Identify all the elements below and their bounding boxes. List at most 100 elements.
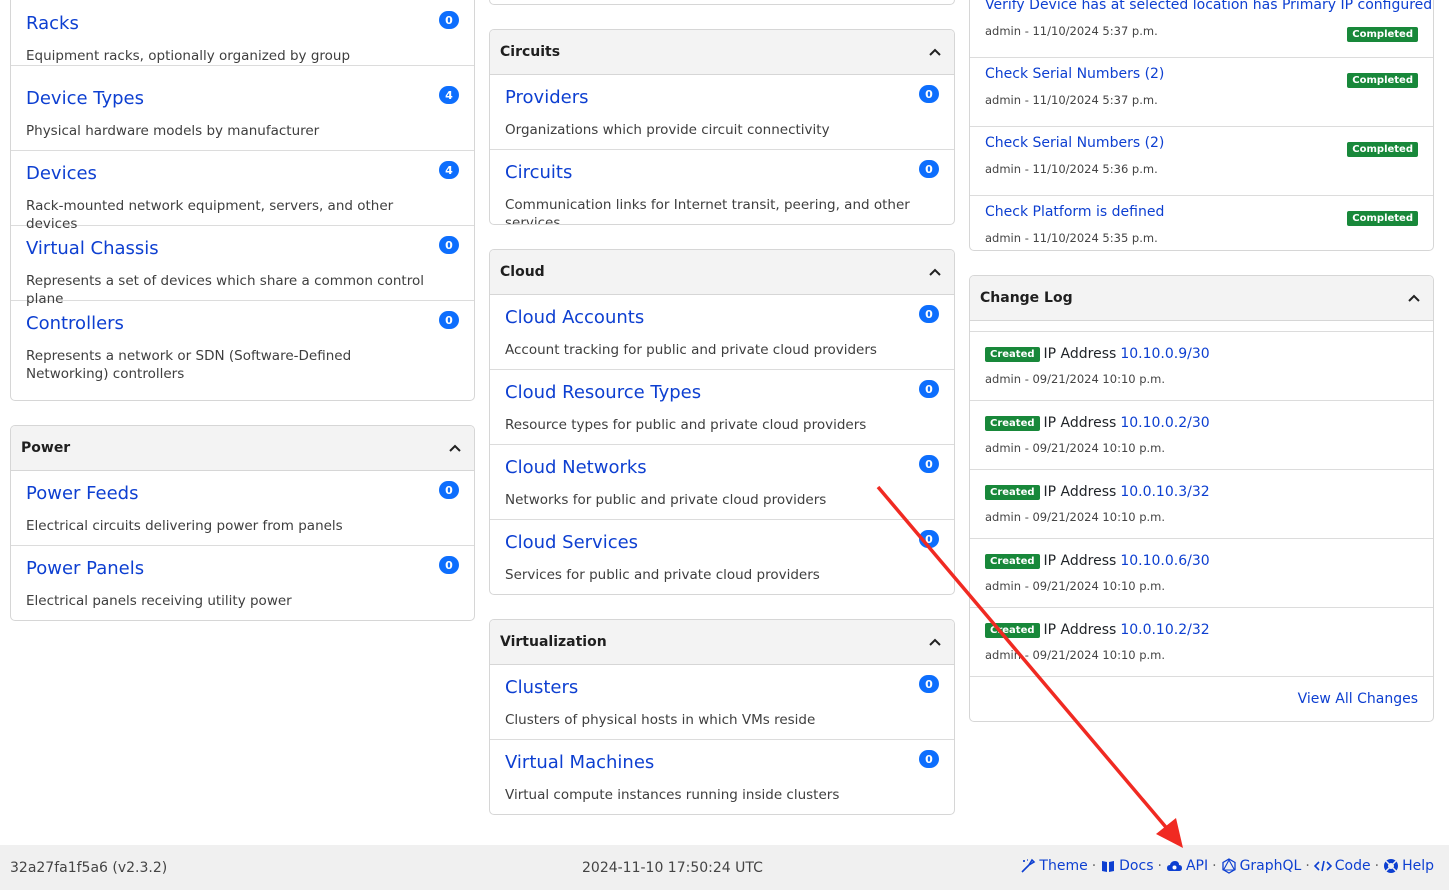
list-item-controllers[interactable]: Controllers Represents a network or SDN … [11,301,474,396]
panel-previous [489,0,955,5]
item-desc: Services for public and private cloud pr… [505,567,820,583]
count-badge: 0 [439,481,459,499]
theme-label: Theme [1039,858,1088,874]
help-link[interactable]: Help [1383,858,1434,874]
list-item-devices[interactable]: Devices Rack-mounted network equipment, … [11,151,474,232]
changelog-line: Created IP Address 10.10.0.9/30 [985,346,1210,362]
job-link[interactable]: Check Serial Numbers (2) [985,66,1164,82]
item-title[interactable]: Virtual Machines [505,752,654,773]
list-item-virtual-chassis[interactable]: Virtual Chassis Represents a set of devi… [11,226,474,307]
separator: · [1305,858,1310,874]
item-title[interactable]: Virtual Chassis [26,238,159,259]
object-type: IP Address [1043,346,1117,362]
object-link[interactable]: 10.10.0.6/30 [1120,553,1209,569]
list-item-providers[interactable]: Providers Organizations which provide ci… [490,75,954,150]
job-row: Check Serial Numbers (2) admin - 11/10/2… [970,58,1433,127]
count-badge: 0 [919,305,939,323]
job-row: Verify Device has at selected location h… [970,0,1433,58]
object-link[interactable]: 10.10.0.2/30 [1120,415,1209,431]
list-item-cloud-accounts[interactable]: Cloud Accounts Account tracking for publ… [490,295,954,370]
list-item-racks[interactable]: Racks Equipment racks, optionally organi… [11,0,474,66]
count-badge: 4 [439,86,459,104]
object-link[interactable]: 10.10.0.9/30 [1120,346,1209,362]
list-item-cloud-services[interactable]: Cloud Services Services for public and p… [490,520,954,594]
item-title[interactable]: Clusters [505,677,578,698]
job-link[interactable]: Verify Device has at selected location h… [985,0,1432,13]
changelog-entry: Created IP Address 10.0.10.2/32 admin - … [970,608,1433,677]
list-item-clusters[interactable]: Clusters Clusters of physical hosts in w… [490,665,954,740]
count-badge: 0 [919,750,939,768]
panel-power: Power Power Feeds Electrical circuits de… [10,425,475,621]
item-title[interactable]: Device Types [26,88,144,109]
count-badge: 0 [439,311,459,329]
docs-link[interactable]: Docs [1100,858,1154,874]
panel-header[interactable]: Power [11,426,474,471]
item-title[interactable]: Devices [26,163,97,184]
item-desc: Physical hardware models by manufacturer [26,123,320,139]
item-title[interactable]: Cloud Accounts [505,307,644,328]
chevron-up-icon[interactable] [1405,289,1423,307]
item-title[interactable]: Power Feeds [26,483,138,504]
list-item-virtual-machines[interactable]: Virtual Machines Virtual compute instanc… [490,740,954,814]
panel-header[interactable]: Cloud [490,250,954,295]
job-link[interactable]: Check Platform is defined [985,204,1164,220]
panel-title: Circuits [500,44,561,60]
object-link[interactable]: 10.0.10.3/32 [1120,484,1209,500]
code-label: Code [1334,858,1371,874]
list-item-device-types[interactable]: Device Types Physical hardware models by… [11,76,474,151]
chevron-up-icon[interactable] [446,439,464,457]
count-badge: 0 [919,85,939,103]
panel-header[interactable]: Change Log [970,276,1433,321]
theme-link[interactable]: Theme [1020,858,1088,874]
list-item-circuits[interactable]: Circuits Communication links for Interne… [490,150,954,224]
item-title[interactable]: Power Panels [26,558,144,579]
item-title[interactable]: Providers [505,87,589,108]
panel-title: Cloud [500,264,545,280]
item-desc: Virtual compute instances running inside… [505,787,840,803]
count-badge: 0 [919,675,939,693]
changelog-entry: Created IP Address 10.0.10.3/32 admin - … [970,470,1433,539]
chevron-up-icon[interactable] [926,43,944,61]
job-link[interactable]: Check Serial Numbers (2) [985,135,1164,151]
count-badge: 0 [919,160,939,178]
item-title[interactable]: Racks [26,13,79,34]
count-badge: 0 [919,455,939,473]
status-badge: Completed [1347,27,1418,42]
list-item-cloud-resource-types[interactable]: Cloud Resource Types Resource types for … [490,370,954,445]
created-badge: Created [985,346,1040,362]
item-title[interactable]: Cloud Networks [505,457,647,478]
item-title[interactable]: Cloud Services [505,532,638,553]
object-link[interactable]: 10.0.10.2/32 [1120,622,1209,638]
help-label: Help [1402,858,1434,874]
chevron-up-icon[interactable] [926,633,944,651]
object-type: IP Address [1043,484,1117,500]
view-all-changes-link[interactable]: View All Changes [1298,691,1418,707]
code-icon [1313,860,1332,872]
footer-links: Theme · Docs · API · GraphQL · Code · He… [1020,858,1434,874]
changelog-line: Created IP Address 10.0.10.2/32 [985,622,1210,638]
list-item-power-panels[interactable]: Power Panels Electrical panels receiving… [11,546,474,620]
job-meta: admin - 11/10/2024 5:36 p.m. [985,162,1158,176]
item-title[interactable]: Controllers [26,313,124,334]
status-badge: Completed [1347,73,1418,88]
created-badge: Created [985,553,1040,569]
changelog-entry: Created IP Address 10.10.0.9/30 admin - … [970,332,1433,401]
graphql-link[interactable]: GraphQL [1221,858,1301,874]
list-item-cloud-networks[interactable]: Cloud Networks Networks for public and p… [490,445,954,520]
list-item-power-feeds[interactable]: Power Feeds Electrical circuits deliveri… [11,471,474,546]
job-row: Check Platform is defined admin - 11/10/… [970,196,1433,250]
panel-title: Change Log [980,290,1073,306]
count-badge: 0 [919,530,939,548]
chevron-up-icon[interactable] [926,263,944,281]
api-link[interactable]: API [1166,858,1208,874]
separator: · [1157,858,1162,874]
changelog-meta: admin - 09/21/2024 10:10 p.m. [985,510,1166,524]
item-title[interactable]: Circuits [505,162,572,183]
panel-header[interactable]: Circuits [490,30,954,75]
panel-header[interactable]: Virtualization [490,620,954,665]
code-link[interactable]: Code [1313,858,1371,874]
version-text: 32a27fa1f5a6 (v2.3.2) [10,860,168,876]
panel-devices: Racks Equipment racks, optionally organi… [10,0,475,401]
item-title[interactable]: Cloud Resource Types [505,382,701,403]
count-badge: 0 [919,380,939,398]
